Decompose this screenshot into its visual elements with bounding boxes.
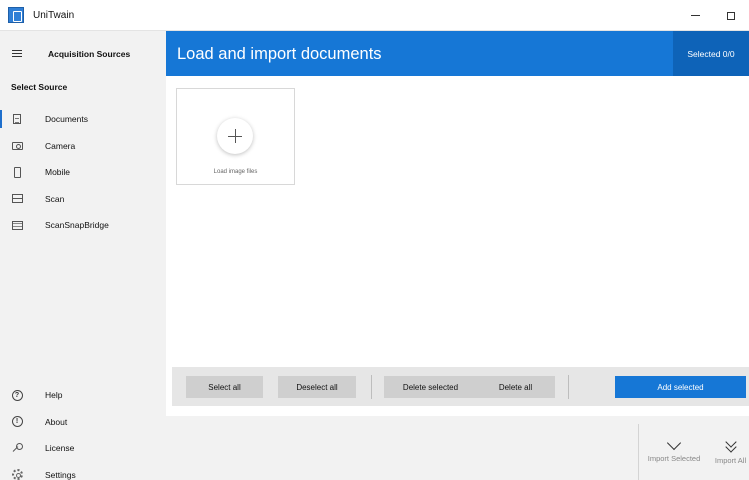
sidebar-footer: ? Help ! About License Settings bbox=[0, 382, 166, 480]
key-icon bbox=[11, 442, 23, 454]
sidebar-menu-title: Acquisition Sources bbox=[48, 48, 131, 59]
scanner-icon bbox=[11, 193, 23, 205]
double-chevron-down-icon bbox=[724, 438, 737, 453]
sidebar-item-label: About bbox=[45, 416, 68, 427]
sidebar-item-label: ScanSnapBridge bbox=[45, 220, 109, 231]
minimize-button[interactable] bbox=[677, 0, 713, 31]
sidebar-item-label: Documents bbox=[45, 114, 88, 125]
sidebar-item-help[interactable]: ? Help bbox=[0, 382, 166, 409]
selected-count-badge: Selected 0/0 bbox=[673, 31, 749, 76]
load-image-files-tile[interactable]: Load image files bbox=[176, 88, 295, 185]
sidebar-item-label: Scan bbox=[45, 193, 65, 204]
action-divider bbox=[568, 375, 569, 399]
action-bar: Select all Deselect all Delete selected … bbox=[172, 367, 749, 406]
info-icon: ! bbox=[11, 416, 23, 428]
sidebar-item-label: Camera bbox=[45, 140, 76, 151]
hamburger-menu-icon[interactable] bbox=[12, 48, 22, 59]
import-selected-label: Import Selected bbox=[647, 454, 701, 463]
import-strip: Import Selected Import All bbox=[166, 416, 749, 480]
import-all-label: Import All bbox=[714, 456, 747, 465]
sidebar: Acquisition Sources Select Source Docume… bbox=[0, 31, 166, 480]
sidebar-item-scan[interactable]: Scan bbox=[0, 186, 166, 213]
chevron-down-icon bbox=[666, 435, 682, 451]
window-controls bbox=[677, 0, 749, 31]
sidebar-item-about[interactable]: ! About bbox=[0, 409, 166, 436]
source-list: Documents Camera Mobile Scan ScanSnapBri… bbox=[0, 106, 166, 239]
sidebar-item-camera[interactable]: Camera bbox=[0, 133, 166, 160]
plus-icon bbox=[217, 118, 253, 154]
delete-selected-button[interactable]: Delete selected bbox=[384, 376, 477, 398]
sidebar-item-label: Mobile bbox=[45, 167, 71, 178]
action-divider bbox=[371, 375, 372, 399]
import-divider bbox=[638, 424, 639, 480]
app-icon bbox=[8, 7, 24, 23]
sidebar-item-documents[interactable]: Documents bbox=[0, 106, 166, 133]
select-all-button[interactable]: Select all bbox=[186, 376, 263, 398]
sidebar-item-label: Help bbox=[45, 390, 63, 401]
sidebar-item-mobile[interactable]: Mobile bbox=[0, 159, 166, 186]
deselect-all-button[interactable]: Deselect all bbox=[278, 376, 356, 398]
maximize-icon bbox=[727, 11, 735, 20]
sidebar-item-settings[interactable]: Settings bbox=[0, 462, 166, 480]
minimize-icon bbox=[690, 15, 700, 16]
sidebar-menu-header: Acquisition Sources bbox=[0, 31, 166, 76]
sidebar-item-license[interactable]: License bbox=[0, 435, 166, 462]
document-icon bbox=[11, 113, 23, 125]
window-title: UniTwain bbox=[33, 9, 75, 21]
camera-icon bbox=[11, 140, 23, 152]
select-source-heading: Select Source bbox=[11, 82, 68, 92]
page-header: Load and import documents Selected 0/0 bbox=[166, 31, 749, 76]
scansnap-icon bbox=[11, 219, 23, 231]
sidebar-item-scansnapbridge[interactable]: ScanSnapBridge bbox=[0, 212, 166, 239]
gear-icon bbox=[11, 469, 23, 480]
help-icon: ? bbox=[11, 389, 23, 401]
maximize-button[interactable] bbox=[713, 0, 749, 31]
title-bar: UniTwain bbox=[0, 0, 749, 31]
mobile-icon bbox=[11, 166, 23, 178]
sidebar-item-label: License bbox=[45, 443, 75, 454]
page-title: Load and import documents bbox=[177, 45, 382, 63]
add-selected-button[interactable]: Add selected bbox=[615, 376, 746, 398]
sidebar-item-label: Settings bbox=[45, 469, 76, 480]
import-selected-button[interactable]: Import Selected bbox=[646, 435, 702, 463]
load-tile-label: Load image files bbox=[213, 169, 258, 175]
delete-all-button[interactable]: Delete all bbox=[476, 376, 555, 398]
import-all-button[interactable]: Import All bbox=[712, 438, 749, 465]
